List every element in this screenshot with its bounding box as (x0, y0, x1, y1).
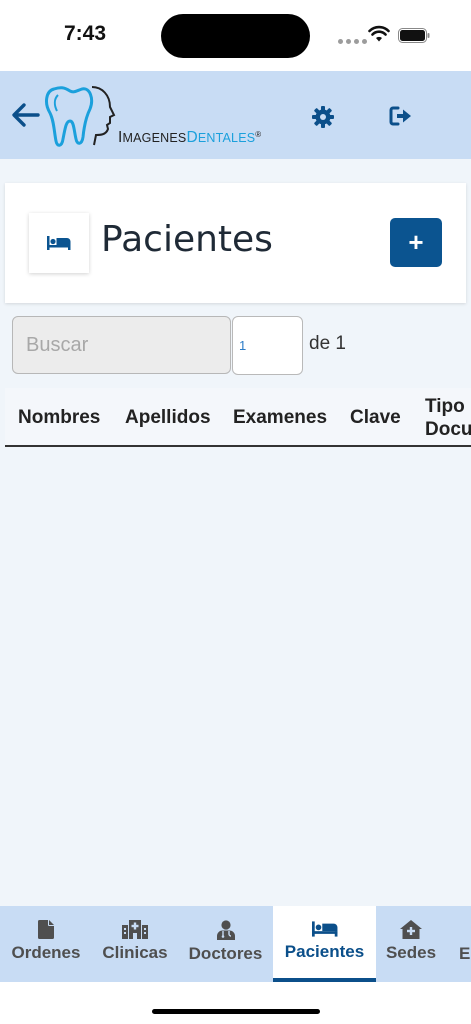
nav-item-doctores[interactable]: Doctores (178, 906, 273, 982)
nav-label: Doctores (188, 944, 263, 963)
nav-label: Clinicas (102, 943, 168, 962)
nav-item-ordenes[interactable]: Ordenes (0, 906, 92, 982)
wifi-icon (368, 25, 390, 42)
content-area: Pacientes + de 1 Nombres Apellidos Exame… (0, 159, 471, 906)
column-header-tipo-documento[interactable]: Tipo Docu (425, 395, 471, 441)
status-time: 7:43 (64, 22, 107, 45)
settings-gear-icon[interactable] (310, 104, 336, 130)
tooth-logo-icon (45, 86, 116, 147)
column-header-examenes[interactable]: Examenes (233, 407, 327, 429)
column-header-nombres[interactable]: Nombres (18, 407, 100, 429)
table-header: Nombres Apellidos Examenes Clave Tipo Do… (5, 388, 471, 447)
nav-item-pacientes[interactable]: Pacientes (273, 906, 376, 982)
nav-label: Sedes (385, 943, 437, 962)
nav-item-partial[interactable]: Ei (446, 906, 471, 982)
nav-label: Ordenes (11, 943, 81, 962)
clinic-icon (400, 920, 422, 939)
logout-icon[interactable] (388, 104, 414, 128)
back-arrow-icon[interactable] (10, 101, 42, 129)
nav-item-clinicas[interactable]: Clinicas (92, 906, 178, 982)
logo: IMAGENESDENTALES® (44, 79, 261, 155)
status-bar: 7:43 (0, 0, 471, 71)
column-header-tipo-line2: Docu (425, 419, 471, 440)
nav-label: Pacientes (284, 942, 365, 961)
logo-text: IMAGENESDENTALES® (118, 129, 262, 146)
column-header-tipo-line1: Tipo (425, 396, 465, 417)
bed-icon (47, 236, 71, 250)
page-title: Pacientes (101, 219, 273, 260)
search-input[interactable] (12, 316, 231, 374)
page-total-label: de 1 (309, 333, 346, 354)
signal-icon (338, 39, 367, 44)
page-title-card: Pacientes + (5, 183, 466, 303)
dynamic-island (161, 14, 310, 58)
column-header-apellidos[interactable]: Apellidos (125, 407, 211, 429)
home-indicator-area (0, 982, 471, 1024)
nav-item-sedes[interactable]: Sedes (376, 906, 446, 982)
title-icon-box (29, 213, 89, 273)
doctor-icon (216, 920, 235, 940)
home-indicator[interactable] (152, 1009, 320, 1014)
file-icon (38, 920, 54, 939)
hospital-icon (122, 920, 148, 939)
bottom-nav: Ordenes Clinicas Doctores Pacientes Sede… (0, 906, 471, 982)
nav-label: Ei (459, 944, 471, 963)
column-header-clave[interactable]: Clave (350, 407, 401, 429)
bed-icon (311, 921, 337, 937)
page-number-input[interactable] (232, 316, 303, 375)
app-header: IMAGENESDENTALES® (0, 71, 471, 159)
add-patient-button[interactable]: + (390, 218, 442, 267)
battery-icon (398, 28, 430, 43)
